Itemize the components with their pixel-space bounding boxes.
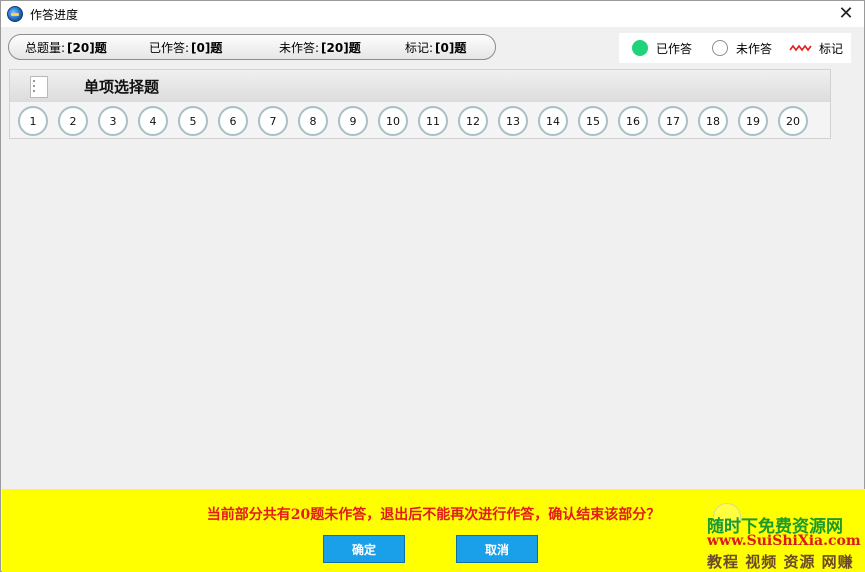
- section-header: 单项选择题: [10, 70, 830, 102]
- watermark-line2: www.SuiShiXia.com: [707, 533, 861, 549]
- question-button[interactable]: 5: [178, 106, 208, 136]
- question-button[interactable]: 8: [298, 106, 328, 136]
- question-button[interactable]: 20: [778, 106, 808, 136]
- stat-answered-label: 已作答:: [149, 40, 190, 55]
- legend-unanswered-label: 未作答: [736, 41, 773, 56]
- stat-unanswered-value: [20]题: [321, 40, 361, 55]
- question-button[interactable]: 19: [738, 106, 768, 136]
- question-button[interactable]: 6: [218, 106, 248, 136]
- wavy-mark-icon: [789, 44, 812, 52]
- stat-total: 总题量: [20]题: [25, 39, 107, 56]
- legend-marked: 标记: [789, 40, 843, 57]
- answered-dot-icon: [632, 40, 648, 56]
- question-button[interactable]: 1: [18, 106, 48, 136]
- question-button[interactable]: 2: [58, 106, 88, 136]
- watermark-line3: 教程 视频 资源 网赚: [707, 553, 854, 571]
- legend-marked-label: 标记: [819, 41, 844, 56]
- question-button[interactable]: 11: [418, 106, 448, 136]
- confirm-button[interactable]: 确定: [323, 535, 405, 563]
- question-button[interactable]: 7: [258, 106, 288, 136]
- legend-answered-label: 已作答: [656, 41, 693, 56]
- window-title: 作答进度: [30, 7, 79, 22]
- stat-marked-label: 标记:: [405, 40, 434, 55]
- close-icon[interactable]: ✕: [836, 4, 856, 24]
- stat-answered-value: [0]题: [191, 40, 223, 55]
- stat-marked: 标记: [0]题: [405, 39, 466, 56]
- section-title: 单项选择题: [84, 78, 160, 96]
- app-logo-icon: [7, 6, 23, 22]
- stat-answered: 已作答: [0]题: [149, 39, 222, 56]
- question-button[interactable]: 17: [658, 106, 688, 136]
- section-single-choice: 单项选择题 1 2 3 4 5 6 7 8 9 10 11 12 13 14 15 16 17 18 19 20: [9, 69, 831, 139]
- cancel-button[interactable]: 取消: [456, 535, 538, 563]
- question-button[interactable]: 12: [458, 106, 488, 136]
- question-button[interactable]: 3: [98, 106, 128, 136]
- stat-unanswered-label: 未作答:: [279, 40, 320, 55]
- stat-total-value: [20]题: [67, 40, 107, 55]
- unanswered-dot-icon: [712, 40, 728, 56]
- document-icon: [30, 76, 48, 98]
- legend: 已作答 未作答 标记: [619, 33, 851, 63]
- legend-unanswered: 未作答: [712, 40, 772, 57]
- question-button[interactable]: 13: [498, 106, 528, 136]
- stat-unanswered: 未作答: [20]题: [279, 39, 361, 56]
- legend-answered: 已作答: [632, 40, 692, 57]
- question-button[interactable]: 9: [338, 106, 368, 136]
- question-button[interactable]: 16: [618, 106, 648, 136]
- question-grid: 1 2 3 4 5 6 7 8 9 10 11 12 13 14 15 16 17 18 19 20: [18, 106, 828, 136]
- stat-marked-value: [0]题: [435, 40, 467, 55]
- title-bar: 作答进度 ✕: [1, 1, 864, 27]
- stat-total-label: 总题量:: [25, 40, 66, 55]
- question-button[interactable]: 15: [578, 106, 608, 136]
- question-button[interactable]: 10: [378, 106, 408, 136]
- stats-summary: 总题量: [20]题 已作答: [0]题 未作答: [20]题 标记: [0]题: [8, 34, 496, 60]
- question-button[interactable]: 18: [698, 106, 728, 136]
- progress-window: 作答进度 ✕ 总题量: [20]题 已作答: [0]题 未作答: [20]题 标…: [0, 0, 865, 572]
- watermark: 随时下免费资源网 www.SuiShiXia.com 教程 视频 资源 网赚: [707, 509, 865, 572]
- question-button[interactable]: 14: [538, 106, 568, 136]
- question-button[interactable]: 4: [138, 106, 168, 136]
